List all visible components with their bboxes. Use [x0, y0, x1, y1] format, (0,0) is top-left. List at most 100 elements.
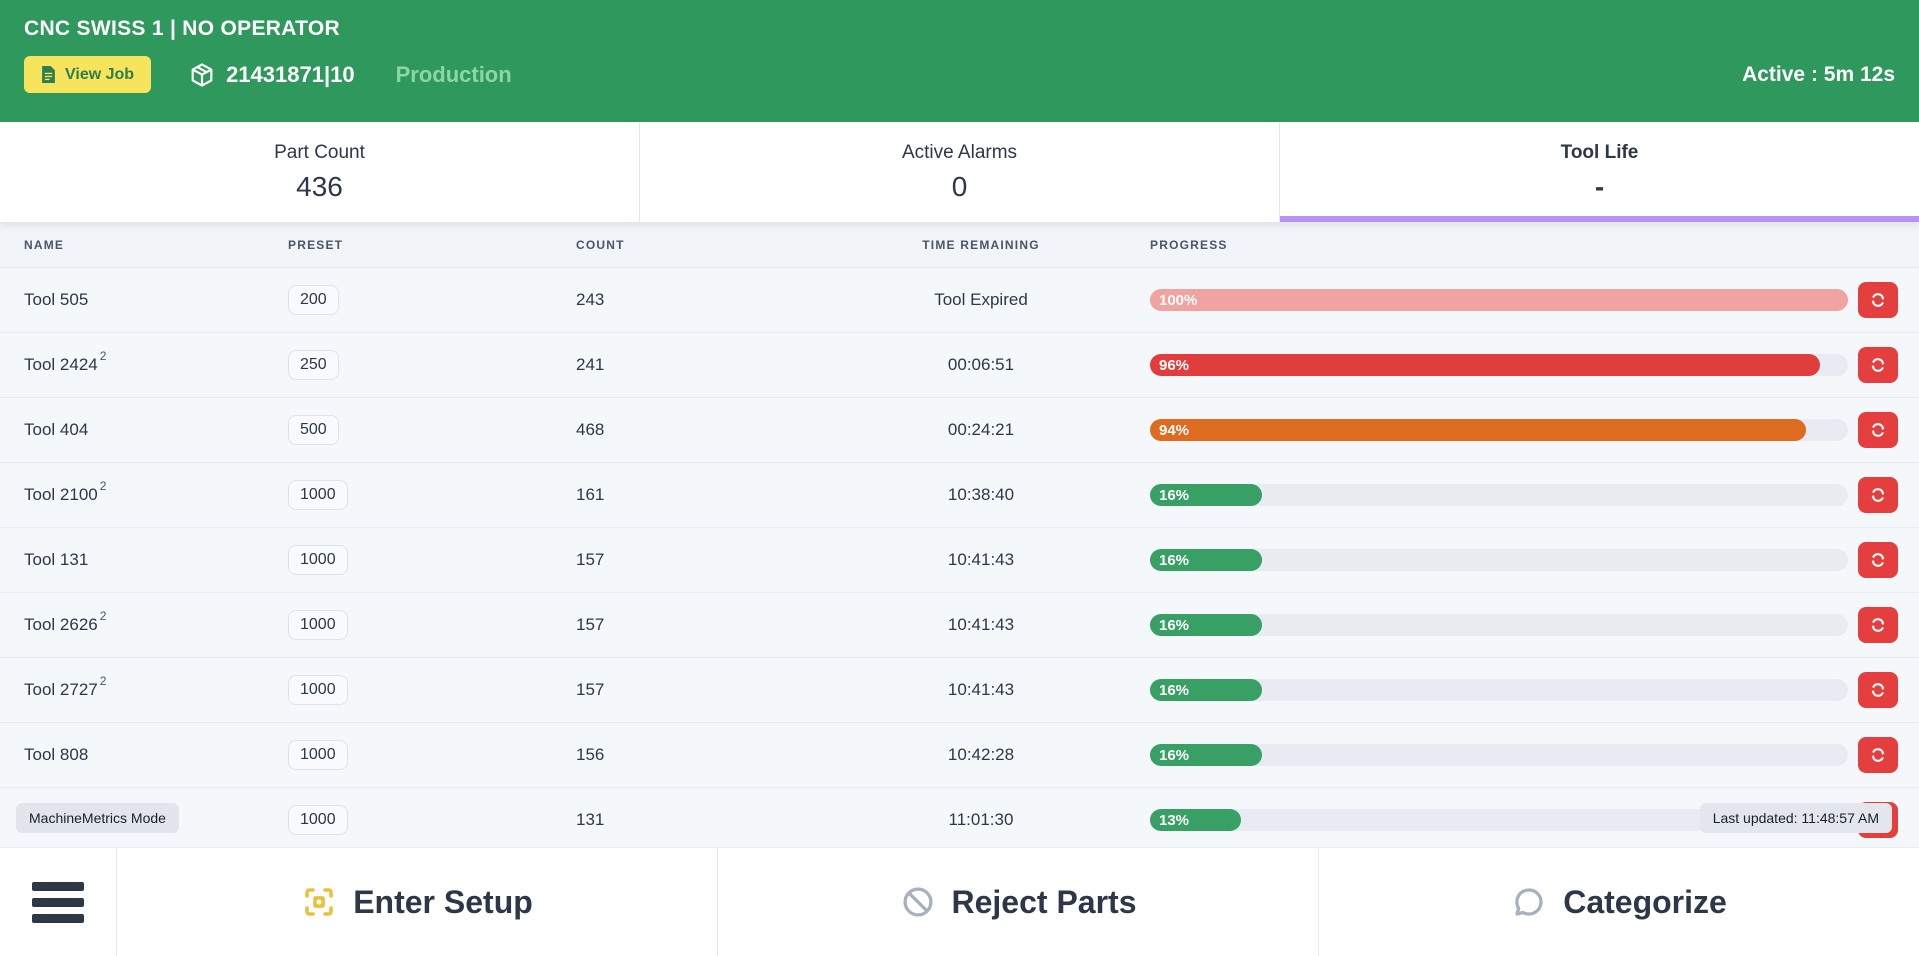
preset-chip: 1000: [288, 805, 348, 835]
table-row: Tool 21002 1000 161 10:38:40 16%: [0, 463, 1919, 528]
categorize-button[interactable]: Categorize: [1319, 848, 1919, 956]
progress-percent-label: 96%: [1150, 357, 1189, 374]
progress-fill: 13%: [1150, 809, 1241, 831]
table-row: 2 1000 131 11:01:30 13%: [0, 788, 1919, 847]
progress-fill: 94%: [1150, 419, 1806, 441]
progress-percent-label: 16%: [1150, 552, 1189, 569]
view-job-button[interactable]: View Job: [24, 56, 151, 93]
progress-fill: 100%: [1150, 289, 1848, 311]
time-remaining-cell: 00:06:51: [916, 355, 1046, 375]
preset-chip: 1000: [288, 545, 348, 575]
reject-parts-button[interactable]: Reject Parts: [718, 848, 1319, 956]
time-remaining-cell: 00:24:21: [916, 420, 1046, 440]
enter-setup-button[interactable]: Enter Setup: [117, 848, 718, 956]
reject-parts-label: Reject Parts: [952, 884, 1137, 921]
count-cell: 157: [576, 615, 916, 635]
package-cube-icon: [189, 62, 215, 88]
progress-track: 16%: [1150, 744, 1848, 766]
stat-tab-tool-life[interactable]: Tool Life -: [1280, 122, 1919, 222]
menu-button[interactable]: [0, 848, 117, 956]
count-cell: 157: [576, 680, 916, 700]
refresh-icon: [1868, 355, 1888, 375]
reset-tool-button[interactable]: [1858, 412, 1898, 448]
job-row: View Job 21431871|10 Production Active :…: [24, 56, 1895, 93]
progress-track: 100%: [1150, 289, 1848, 311]
progress-fill: 16%: [1150, 549, 1262, 571]
table-row: Tool 404 500 468 00:24:21 94%: [0, 398, 1919, 463]
count-cell: 241: [576, 355, 916, 375]
progress-percent-label: 16%: [1150, 747, 1189, 764]
machinemetrics-mode-badge: MachineMetrics Mode: [16, 803, 179, 833]
view-job-label: View Job: [65, 66, 134, 84]
progress-track: 16%: [1150, 679, 1848, 701]
reset-tool-button[interactable]: [1858, 542, 1898, 578]
prohibition-icon: [900, 884, 936, 920]
count-cell: 157: [576, 550, 916, 570]
table-header-row: NAME PRESET COUNT TIME REMAINING PROGRES…: [0, 222, 1919, 268]
hamburger-icon: [32, 878, 84, 926]
time-remaining-cell: 10:38:40: [916, 485, 1046, 505]
reset-tool-button[interactable]: [1858, 672, 1898, 708]
refresh-icon: [1868, 745, 1888, 765]
refresh-icon: [1868, 615, 1888, 635]
preset-chip: 1000: [288, 740, 348, 770]
progress-fill: 16%: [1150, 614, 1262, 636]
progress-fill: 16%: [1150, 679, 1262, 701]
machine-title: CNC SWISS 1 | NO OPERATOR: [24, 17, 1895, 41]
reset-tool-button[interactable]: [1858, 282, 1898, 318]
preset-chip: 1000: [288, 675, 348, 705]
tool-name-superscript: 2: [100, 479, 107, 493]
count-cell: 161: [576, 485, 916, 505]
job-number: 21431871|10: [226, 62, 355, 88]
stat-tab-part-count[interactable]: Part Count 436: [0, 122, 640, 222]
reset-tool-button[interactable]: [1858, 737, 1898, 773]
progress-track: 94%: [1150, 419, 1848, 441]
column-header-preset: PRESET: [288, 238, 576, 252]
reset-tool-button[interactable]: [1858, 347, 1898, 383]
preset-chip: 1000: [288, 610, 348, 640]
progress-track: 16%: [1150, 614, 1848, 636]
stat-value: 436: [296, 171, 343, 203]
refresh-icon: [1868, 420, 1888, 440]
time-remaining-cell: 10:41:43: [916, 680, 1046, 700]
stat-tab-active-alarms[interactable]: Active Alarms 0: [640, 122, 1280, 222]
table-row: Tool 26262 1000 157 10:41:43 16%: [0, 593, 1919, 658]
reset-tool-button[interactable]: [1858, 607, 1898, 643]
table-row: Tool 131 1000 157 10:41:43 16%: [0, 528, 1919, 593]
progress-fill: 16%: [1150, 744, 1262, 766]
tool-name: Tool 2626: [24, 615, 98, 635]
categorize-label: Categorize: [1563, 884, 1727, 921]
preset-chip: 250: [288, 350, 339, 380]
tool-name-superscript: 2: [100, 349, 107, 363]
table-row: Tool 24242 250 241 00:06:51 96%: [0, 333, 1919, 398]
count-cell: 468: [576, 420, 916, 440]
column-header-progress: PROGRESS: [1046, 238, 1919, 252]
active-time: Active : 5m 12s: [1742, 63, 1895, 87]
tool-name: Tool 808: [24, 745, 88, 765]
document-icon: [41, 66, 56, 83]
production-status: Production: [396, 62, 512, 88]
bottom-action-bar: Enter Setup Reject Parts Categorize: [0, 847, 1919, 956]
count-cell: 131: [576, 810, 916, 830]
refresh-icon: [1868, 290, 1888, 310]
progress-fill: 96%: [1150, 354, 1820, 376]
stat-label: Part Count: [274, 142, 365, 164]
column-header-name: NAME: [0, 238, 288, 252]
progress-track: 16%: [1150, 484, 1848, 506]
tool-name: Tool 131: [24, 550, 88, 570]
tool-name-superscript: 2: [100, 609, 107, 623]
table-row: Tool 27272 1000 157 10:41:43 16%: [0, 658, 1919, 723]
stat-label: Tool Life: [1561, 142, 1639, 164]
progress-fill: 16%: [1150, 484, 1262, 506]
tool-name: Tool 2727: [24, 680, 98, 700]
column-header-time-remaining: TIME REMAINING: [916, 238, 1046, 252]
time-remaining-cell: Tool Expired: [916, 290, 1046, 310]
progress-percent-label: 16%: [1150, 682, 1189, 699]
time-remaining-cell: 11:01:30: [916, 810, 1046, 830]
progress-percent-label: 16%: [1150, 617, 1189, 634]
progress-track: 96%: [1150, 354, 1848, 376]
stat-value: -: [1595, 171, 1604, 203]
tool-name: Tool 2100: [24, 485, 98, 505]
stat-value: 0: [952, 171, 968, 203]
reset-tool-button[interactable]: [1858, 477, 1898, 513]
